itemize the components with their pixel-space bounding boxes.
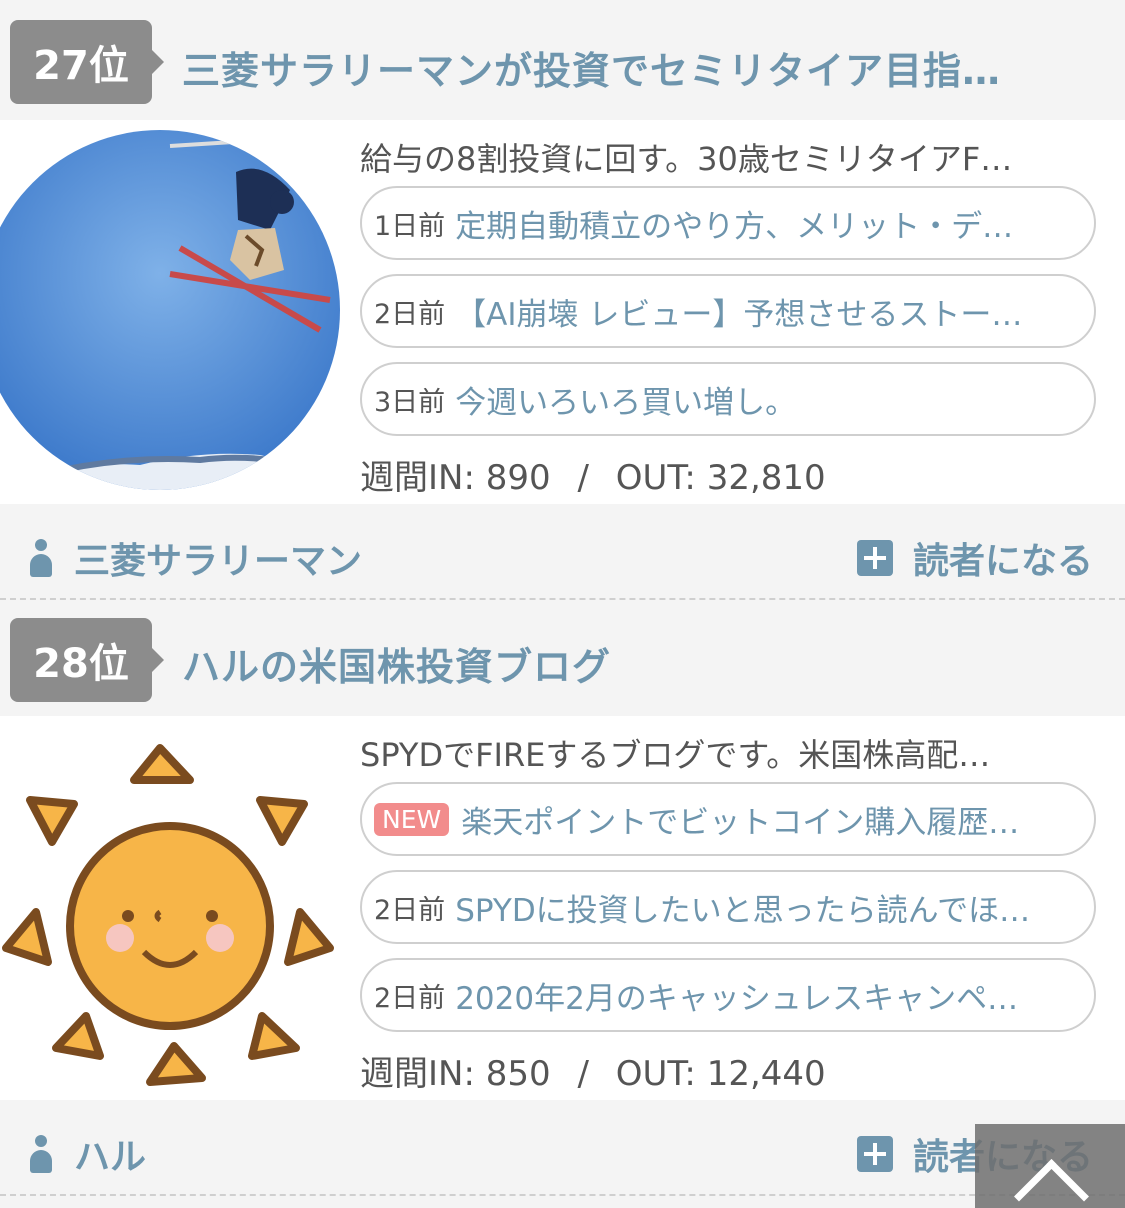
post-title: 今週いろいろ買い増し。 xyxy=(455,384,797,421)
recent-post-link[interactable]: 3日前 今週いろいろ買い増し。 xyxy=(360,362,1096,436)
post-title: 【AI崩壊 レビュー】予想させるストー… xyxy=(455,296,1023,333)
sun-illustration-icon[interactable] xyxy=(0,716,340,1100)
weekly-stats: 週間IN: 850 / OUT: 12,440 xyxy=(360,1046,826,1095)
post-age: 1日前 xyxy=(374,210,446,242)
scroll-to-top-button[interactable] xyxy=(975,1124,1125,1208)
recent-post-link[interactable]: 2日前 SPYDに投資したいと思ったら読んでほ… xyxy=(360,870,1096,944)
blog-card: 給与の8割投資に回す。30歳セミリタイアF… 1日前 定期自動積立のやり方、メリ… xyxy=(0,120,1125,504)
plus-icon xyxy=(856,540,893,576)
recent-post-link[interactable]: 1日前 定期自動積立のやり方、メリット・デ… xyxy=(360,186,1096,260)
rank-badge: 27位 xyxy=(10,20,164,104)
person-icon xyxy=(30,539,52,577)
post-age: 3日前 xyxy=(374,386,446,418)
author-link[interactable]: 三菱サラリーマン xyxy=(30,532,362,584)
ranking-list: 27位 三菱サラリーマンが投資でセミリタイア目指… 給与の8割投資に回す。30歳… xyxy=(0,0,1125,1208)
recent-post-link[interactable]: NEW 楽天ポイントでビットコイン購入履歴… xyxy=(360,782,1096,856)
post-age: 2日前 xyxy=(374,894,446,926)
in-label: 週間IN: xyxy=(360,458,475,498)
recent-post-link[interactable]: 2日前 【AI崩壊 レビュー】予想させるストー… xyxy=(360,274,1096,348)
out-label: OUT: xyxy=(615,458,696,498)
rank-row: 28位 ハルの米国株投資ブログ xyxy=(0,600,1125,716)
post-title: SPYDに投資したいと思ったら読んでほ… xyxy=(455,892,1031,929)
post-age: 2日前 xyxy=(374,982,446,1014)
rank-badge: 28位 xyxy=(10,618,164,702)
blog-card: SPYDでFIREするブログです。米国株高配… NEW 楽天ポイントでビットコイ… xyxy=(0,716,1125,1100)
author-name: 三菱サラリーマン xyxy=(74,541,363,582)
recent-post-link[interactable]: 2日前 2020年2月のキャッシュレスキャンペ… xyxy=(360,958,1096,1032)
plus-icon xyxy=(856,1136,893,1172)
subscribe-button[interactable]: 読者になる xyxy=(856,532,1093,584)
in-value: 850 xyxy=(485,1054,551,1094)
out-value: 32,810 xyxy=(706,458,826,498)
out-value: 12,440 xyxy=(706,1054,826,1094)
out-label: OUT: xyxy=(615,1054,696,1094)
post-title: 2020年2月のキャッシュレスキャンペ… xyxy=(455,980,1019,1017)
post-age: 2日前 xyxy=(374,298,446,330)
author-row: ハル 読者になる xyxy=(0,1100,1125,1196)
blog-description: 給与の8割投資に回す。30歳セミリタイアF… xyxy=(360,140,1013,178)
skier-photo-icon[interactable] xyxy=(0,120,340,504)
author-link[interactable]: ハル xyxy=(30,1128,146,1180)
person-icon xyxy=(30,1135,52,1173)
ranking-entry: 28位 ハルの米国株投資ブログ SPYDでFIREするブログです。米国株高配… … xyxy=(0,600,1125,1196)
stats-separator: / xyxy=(577,458,589,498)
rank-row: 27位 三菱サラリーマンが投資でセミリタイア目指… xyxy=(0,0,1125,120)
ranking-entry: 27位 三菱サラリーマンが投資でセミリタイア目指… 給与の8割投資に回す。30歳… xyxy=(0,0,1125,600)
new-badge: NEW xyxy=(374,802,450,836)
in-label: 週間IN: xyxy=(360,1054,475,1094)
in-value: 890 xyxy=(485,458,551,498)
author-name: ハル xyxy=(74,1137,147,1178)
weekly-stats: 週間IN: 890 / OUT: 32,810 xyxy=(360,450,826,499)
post-title: 楽天ポイントでビットコイン購入履歴… xyxy=(461,804,1020,841)
author-row: 三菱サラリーマン 読者になる xyxy=(0,504,1125,600)
blog-title-link[interactable]: ハルの米国株投資ブログ xyxy=(182,636,1085,691)
stats-separator: / xyxy=(577,1054,589,1094)
subscribe-label: 読者になる xyxy=(912,541,1093,582)
blog-description: SPYDでFIREするブログです。米国株高配… xyxy=(360,736,991,774)
blog-title-link[interactable]: 三菱サラリーマンが投資でセミリタイア目指… xyxy=(182,40,1085,95)
post-title: 定期自動積立のやり方、メリット・デ… xyxy=(455,208,1014,245)
